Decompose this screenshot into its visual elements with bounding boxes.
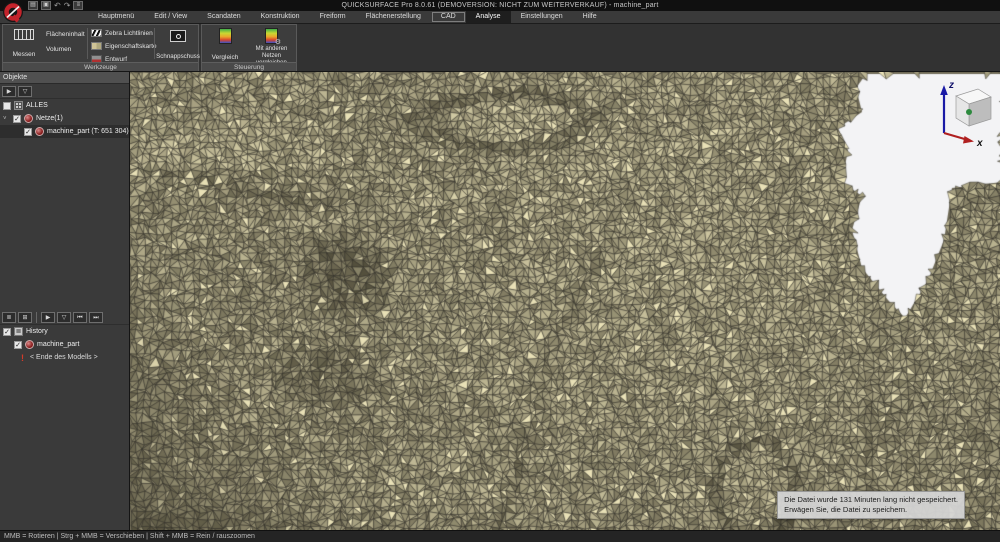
mit-anderen-label-line1: Mit anderen [247, 46, 296, 53]
schnappschuss-button[interactable]: Schnappschuss [156, 30, 200, 63]
menu-hauptmenu[interactable]: Hauptmenü [88, 11, 144, 23]
history-label: History [26, 328, 48, 335]
vergleich-button[interactable]: Vergleich [205, 28, 245, 64]
menu-konstruktion[interactable]: Konstruktion [251, 11, 310, 23]
title-bar: ▤ ▣ ↶ ↷ ≡ QUICKSURFACE Pro 8.0.61 (DEMOV… [0, 0, 1000, 11]
y-axis-dot [966, 109, 972, 115]
alles-checkbox[interactable]: ✓ [3, 102, 11, 110]
list-view-icon[interactable]: ≣ [2, 312, 16, 323]
volumen-button[interactable]: Volumen [46, 46, 71, 53]
eigenschaftskarte-label: Eigenschaftskarte [105, 43, 157, 50]
vergleich-label: Vergleich [212, 54, 239, 61]
all-objects-icon [14, 101, 23, 110]
warning-icon: ! [18, 353, 27, 363]
ruler-icon [14, 29, 34, 40]
machine-part-checkbox[interactable]: ✓ [24, 128, 32, 136]
ribbon-group-steuerung: Vergleich ⚙ Mit anderen Netzen vergleich… [201, 24, 297, 71]
mesh-canvas[interactable] [130, 72, 1000, 530]
objekte-panel-header: Objekte [0, 72, 129, 84]
flaecheninhalt-button[interactable]: Flächeninhalt [46, 31, 85, 38]
tree-item-netze[interactable]: ˅ ✓ Netze(1) [0, 112, 129, 125]
x-axis-label: x [976, 138, 983, 147]
notification-line2: Erwägen Sie, die Datei zu speichern. [784, 505, 958, 515]
messen-button[interactable]: Messen [6, 29, 42, 61]
app-logo-icon[interactable] [2, 1, 24, 23]
chevron-down-icon[interactable]: ˅ [3, 116, 10, 122]
ribbon-separator [87, 28, 88, 59]
unsaved-file-notification: Die Datei wurde 131 Minuten lang nicht g… [777, 491, 965, 519]
menu-hilfe[interactable]: Hilfe [573, 11, 607, 23]
filter-icon[interactable]: ▽ [18, 86, 32, 97]
menu-analyse[interactable]: Analyse [466, 11, 511, 23]
alles-label: ALLES [26, 102, 48, 109]
menu-cad[interactable]: CAD [431, 11, 466, 23]
menu-einstellungen[interactable]: Einstellungen [511, 11, 573, 23]
toolbar-divider [36, 312, 37, 323]
mesh-icon [25, 340, 34, 349]
tree-item-end-of-model[interactable]: ! < Ende des Modells > [0, 351, 129, 364]
history-machine-part-checkbox[interactable]: ✓ [14, 341, 22, 349]
tree-item-history[interactable]: ✓ ≣ History [0, 325, 129, 338]
mouse-hints: MMB = Rotieren | Strg + MMB = Verschiebe… [4, 533, 255, 540]
skip-to-start-icon[interactable]: ⏮ [73, 312, 87, 323]
ribbon-group-werkzeuge: Messen Flächeninhalt Volumen Zebra Licht… [2, 24, 199, 71]
mesh-group-icon [24, 114, 33, 123]
tree-view-icon[interactable]: ⊞ [18, 312, 32, 323]
ribbon-separator [154, 28, 155, 59]
eigenschaftskarte-button[interactable]: Eigenschaftskarte [91, 40, 157, 52]
tree-item-machine-part[interactable]: ✓ machine_part (T: 651 304) [0, 125, 129, 138]
application-window: ▤ ▣ ↶ ↷ ≡ QUICKSURFACE Pro 8.0.61 (DEMOV… [0, 0, 1000, 542]
window-title: QUICKSURFACE Pro 8.0.61 (DEMOVERSION: NI… [0, 0, 1000, 11]
status-bar: MMB = Rotieren | Strg + MMB = Verschiebe… [0, 530, 1000, 542]
viewport-3d[interactable]: z x Die Datei wurde 131 Minuten lang nic… [130, 72, 1000, 530]
history-checkbox[interactable]: ✓ [3, 328, 11, 336]
replay-icon[interactable]: ▶ [41, 312, 55, 323]
netze-checkbox[interactable]: ✓ [13, 115, 21, 123]
tree-item-alles[interactable]: ✓ ALLES [0, 99, 129, 112]
menu-scandaten[interactable]: Scandaten [197, 11, 250, 23]
group-label-steuerung: Steuerung [202, 62, 296, 71]
color-scale-icon [219, 28, 232, 44]
orientation-cube[interactable]: z x [922, 75, 994, 147]
machine-part-label: machine_part (T: 651 304) [47, 128, 129, 135]
z-axis-label: z [948, 80, 954, 91]
history-panel: ≣ ⊞ ▶ ▽ ⏮ ⏭ ✓ ≣ History ✓ machine_part !… [0, 310, 129, 364]
property-map-icon [91, 42, 102, 50]
skip-to-end-icon[interactable]: ⏭ [89, 312, 103, 323]
history-icon: ≣ [14, 327, 23, 336]
ribbon: Messen Flächeninhalt Volumen Zebra Licht… [0, 24, 1000, 72]
menu-bar: Hauptmenü Edit / View Scandaten Konstruk… [0, 11, 1000, 24]
notification-line1: Die Datei wurde 131 Minuten lang nicht g… [784, 495, 958, 505]
history-filter-icon[interactable]: ▽ [57, 312, 71, 323]
tree-item-history-machine-part[interactable]: ✓ machine_part [0, 338, 129, 351]
menu-flaechenerstellung[interactable]: Flächenerstellung [356, 11, 431, 23]
play-icon[interactable]: ▶ [2, 86, 16, 97]
schnappschuss-label: Schnappschuss [156, 53, 200, 60]
gear-icon: ⚙ [275, 38, 281, 46]
zebra-lichtlinien-button[interactable]: Zebra Lichtlinien [91, 27, 153, 39]
side-panel: Objekte ▶ ▽ ✓ ALLES ˅ ✓ Netze(1) ✓ machi… [0, 72, 130, 530]
objekte-toolbar: ▶ ▽ [0, 84, 129, 99]
zebra-stripes-icon [91, 29, 102, 37]
mesh-icon [35, 127, 44, 136]
history-machine-part-label: machine_part [37, 341, 79, 348]
history-toolbar: ≣ ⊞ ▶ ▽ ⏮ ⏭ [0, 310, 129, 325]
messen-label: Messen [13, 51, 36, 58]
camera-icon [170, 30, 186, 42]
menu-edit-view[interactable]: Edit / View [144, 11, 197, 23]
zebra-label: Zebra Lichtlinien [105, 30, 153, 37]
menu-freiform[interactable]: Freiform [310, 11, 356, 23]
netze-label: Netze(1) [36, 115, 63, 122]
color-scale-gear-icon: ⚙ [265, 28, 278, 44]
group-label-werkzeuge: Werkzeuge [3, 62, 198, 71]
end-of-model-label: < Ende des Modells > [30, 354, 98, 361]
